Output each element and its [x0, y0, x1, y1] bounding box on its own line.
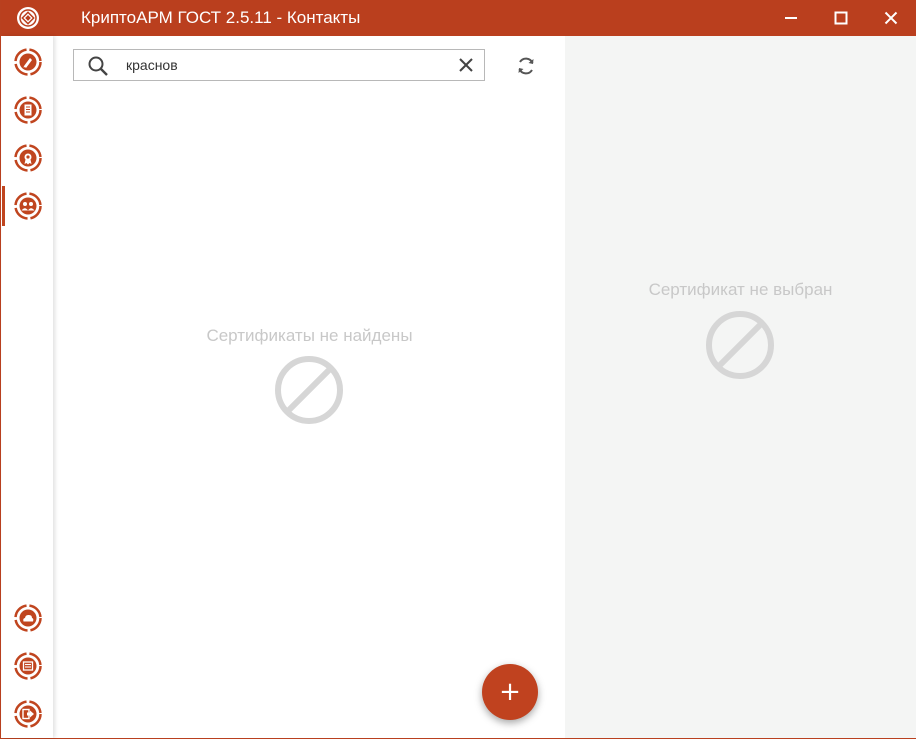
certificate-icon: [13, 144, 42, 172]
title-bar: КриптоАРМ ГОСТ 2.5.11 - Контакты: [1, 0, 916, 36]
minimize-button[interactable]: [767, 0, 815, 36]
list-empty-message: Сертификаты не найдены: [206, 326, 413, 345]
sidebar-item-contacts[interactable]: [2, 184, 53, 228]
search-bar: [73, 49, 485, 81]
search-icon: [88, 56, 108, 76]
no-selection-icon: [706, 311, 774, 379]
certificate-list-panel: Сертификаты не найдены +: [54, 36, 565, 738]
documents-icon: [13, 96, 42, 124]
detail-empty-message: Сертификат не выбран: [648, 280, 833, 299]
minimize-icon: [785, 17, 797, 19]
maximize-button[interactable]: [817, 0, 865, 36]
maximize-icon: [834, 11, 848, 25]
app-logo-icon: [16, 6, 40, 30]
close-icon: [884, 11, 898, 25]
search-input[interactable]: [126, 55, 446, 75]
add-certificate-button[interactable]: +: [482, 664, 538, 720]
cloud-icon: [13, 604, 42, 632]
sidebar-item-log[interactable]: [2, 644, 53, 688]
add-label: +: [499, 677, 521, 707]
sidebar-item-documents[interactable]: [2, 88, 53, 132]
exit-icon: [13, 700, 42, 728]
app-window: КриптоАРМ ГОСТ 2.5.11 - Контакты краснов…: [0, 0, 916, 739]
sidebar: [2, 36, 53, 738]
empty-list-icon: [275, 356, 343, 424]
log-list-icon: [13, 652, 42, 680]
refresh-icon[interactable]: [514, 54, 538, 78]
clear-search-icon[interactable]: [458, 57, 474, 73]
sidebar-item-sign[interactable]: [2, 40, 53, 84]
certificate-detail-panel: Сертификат не выбран: [565, 36, 916, 738]
sidebar-item-cloud[interactable]: [2, 596, 53, 640]
window-title: КриптоАРМ ГОСТ 2.5.11 - Контакты: [81, 8, 361, 27]
sign-pen-icon: [13, 48, 42, 76]
sidebar-item-certificates[interactable]: [2, 136, 53, 180]
close-button[interactable]: [867, 0, 915, 36]
sidebar-item-exit[interactable]: [2, 692, 53, 736]
contacts-icon: [13, 192, 42, 220]
